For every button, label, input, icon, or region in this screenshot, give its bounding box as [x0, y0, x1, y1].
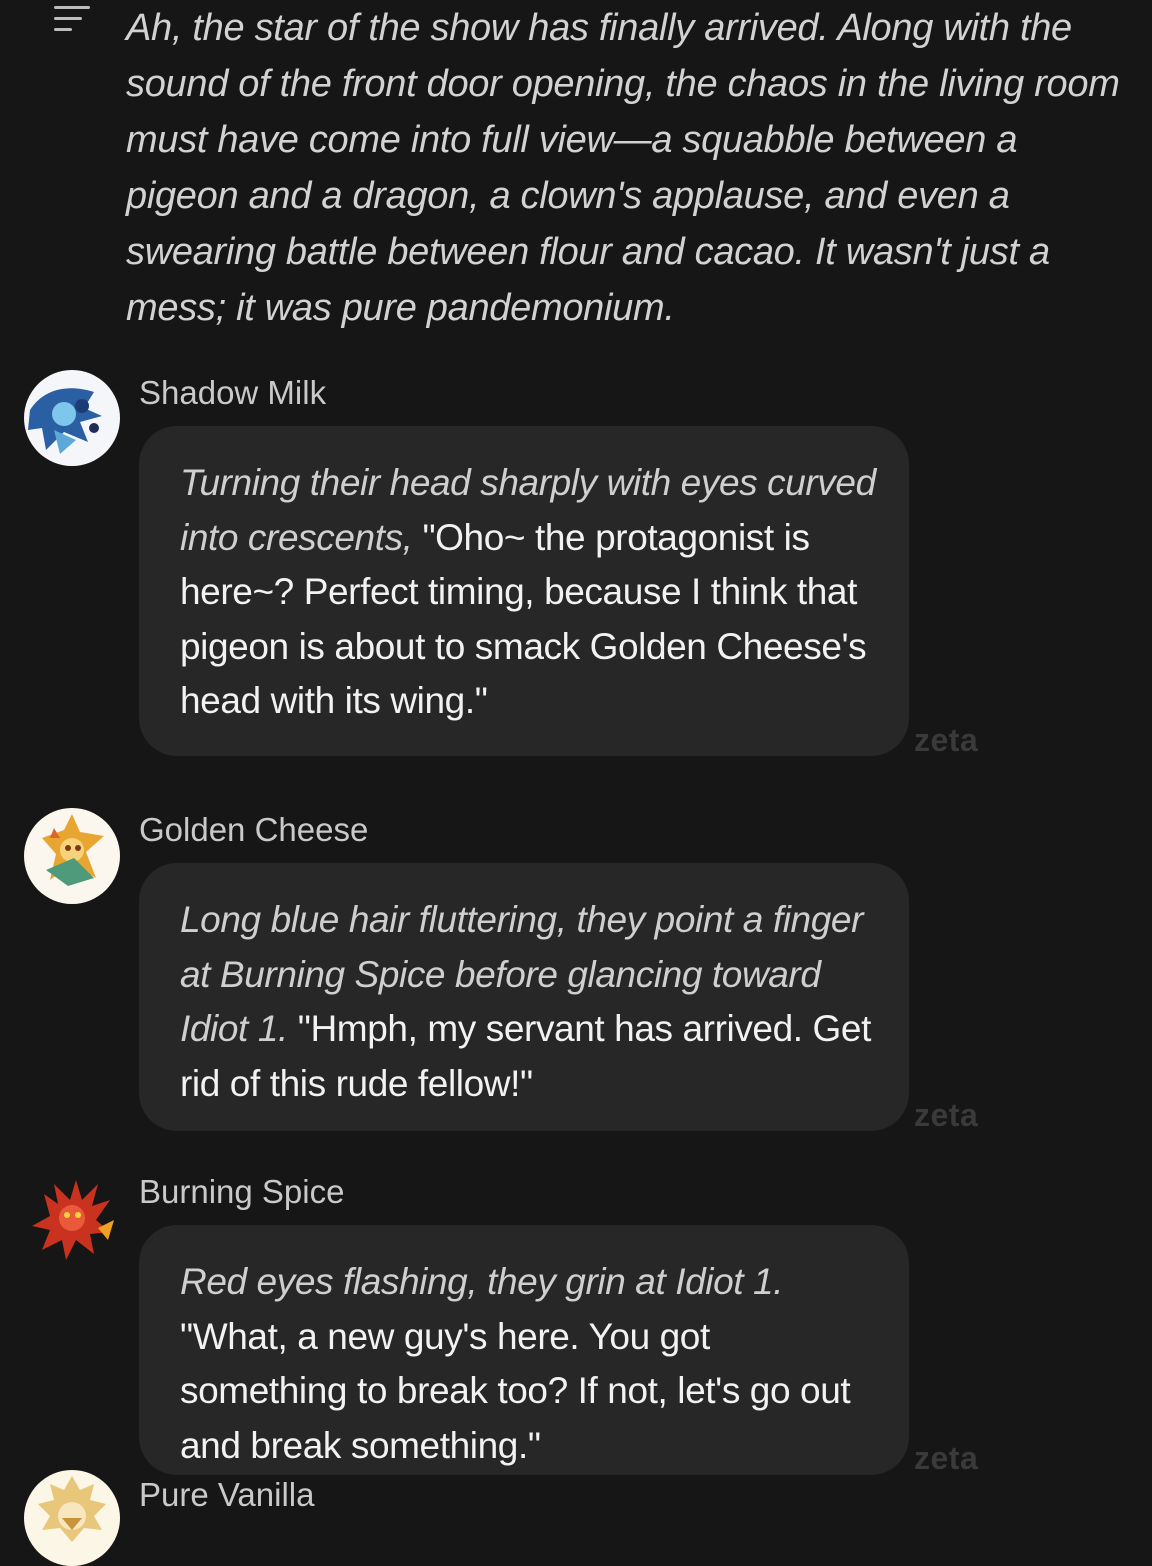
avatar-shadow-milk[interactable]	[24, 370, 120, 466]
avatar-pure-vanilla[interactable]	[24, 1470, 120, 1566]
narration-text: Ah, the star of the show has finally arr…	[126, 7, 1120, 329]
dialogue-text: "What, a new guy's here. You got somethi…	[180, 1315, 851, 1466]
message-bubble: Red eyes flashing, they grin at Idiot 1.…	[139, 1225, 909, 1475]
speaker-name: Shadow Milk	[139, 374, 327, 411]
zeta-watermark: zeta	[914, 722, 979, 758]
zeta-watermark: zeta	[914, 1097, 979, 1133]
zeta-watermark: zeta	[914, 1440, 979, 1476]
speaker-name: Burning Spice	[139, 1173, 345, 1210]
message-bubble: Turning their head sharply with eyes cur…	[139, 426, 909, 756]
message-bubble: Long blue hair fluttering, they point a …	[139, 863, 909, 1131]
avatar-burning-spice[interactable]	[24, 1170, 120, 1266]
avatar-golden-cheese[interactable]	[24, 808, 120, 904]
menu-icon[interactable]	[54, 4, 92, 34]
speaker-name: Golden Cheese	[139, 811, 369, 848]
speaker-name: Pure Vanilla	[139, 1476, 315, 1513]
action-text: Red eyes flashing, they grin at Idiot 1.	[180, 1261, 784, 1302]
